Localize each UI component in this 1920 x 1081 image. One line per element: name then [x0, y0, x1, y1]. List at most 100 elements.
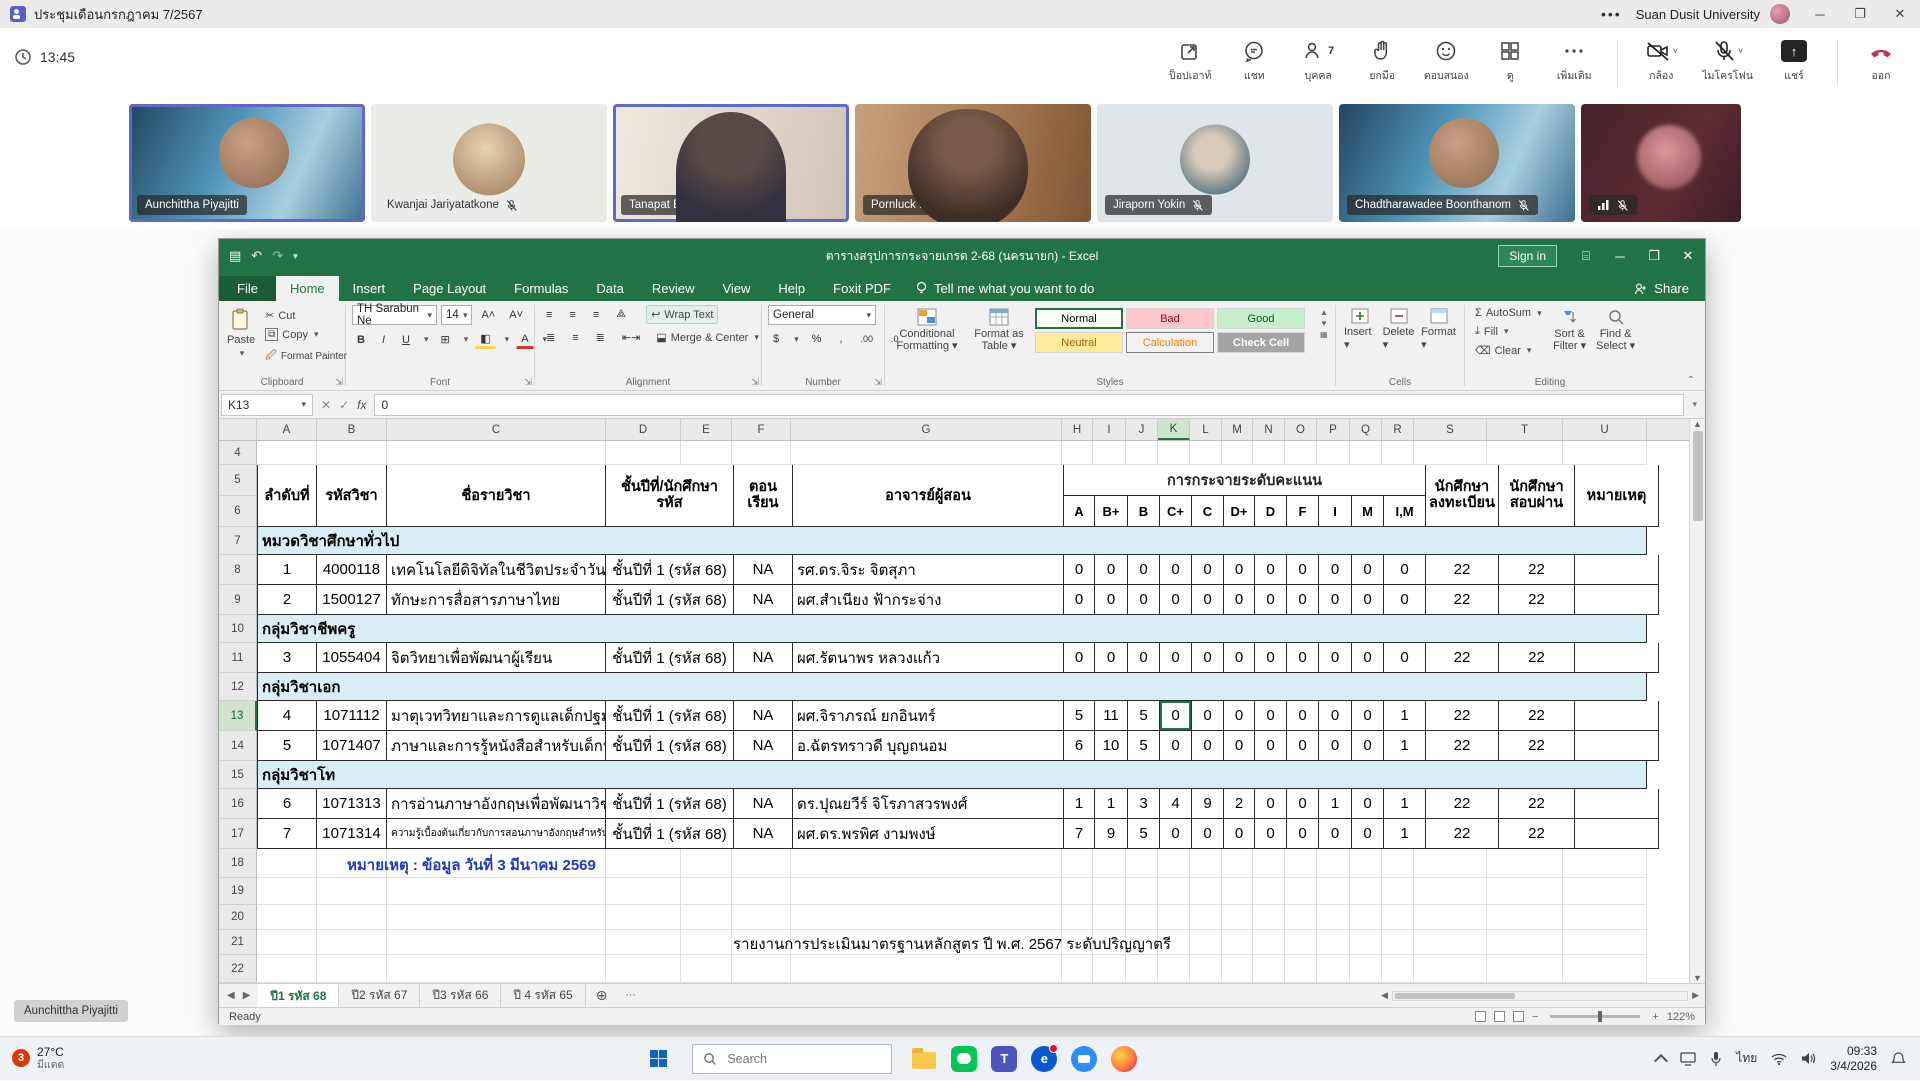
cell-course-no[interactable]: 1 [257, 555, 317, 585]
grid-cell[interactable] [1382, 441, 1414, 465]
cell-grade-C+[interactable]: 0 [1160, 643, 1192, 673]
start-button[interactable] [636, 1037, 680, 1081]
cell-header-grade-I,M[interactable]: I,M [1384, 496, 1426, 527]
cell-registered[interactable]: 22 [1426, 731, 1499, 761]
cell-grade-B[interactable]: 0 [1128, 555, 1160, 585]
column-header-F[interactable]: F [732, 419, 791, 440]
qat-customize-icon[interactable]: ▾ [293, 251, 298, 262]
volume-icon[interactable] [1801, 1052, 1816, 1065]
column-header-K[interactable]: K [1158, 419, 1190, 440]
mic-dropdown-icon[interactable]: ˅ [1738, 46, 1743, 56]
cell-grade-B[interactable]: 5 [1128, 819, 1160, 849]
grid-cell[interactable] [1414, 955, 1487, 983]
zoom-slider-knob[interactable] [1598, 1011, 1602, 1022]
restore-button[interactable]: ❐ [1840, 0, 1880, 28]
cell-header-section[interactable]: ตอนเรียน [734, 465, 793, 527]
cell-remark[interactable] [1575, 731, 1659, 761]
cell-course-section[interactable]: NA [734, 643, 793, 673]
cell-course-name[interactable]: ภาษาและการรู้หนังสือสำหรับเด็กปฐม [387, 731, 606, 761]
underline-button[interactable]: U [397, 332, 415, 348]
grid-cell[interactable] [257, 441, 317, 465]
cell-registered[interactable]: 22 [1426, 555, 1499, 585]
find-select-button[interactable]: Find &Select ▾ [1594, 305, 1638, 355]
column-header-G[interactable]: G [791, 419, 1062, 440]
column-header-A[interactable]: A [257, 419, 317, 440]
cell-header-grade-A[interactable]: A [1064, 496, 1095, 527]
normal-view-icon[interactable] [1475, 1011, 1486, 1022]
row-header-16[interactable]: 16 [219, 789, 257, 819]
grid-cell[interactable] [732, 878, 791, 905]
toolbar-button-raise-hand[interactable]: ยกมือ [1353, 34, 1411, 88]
cell-course-no[interactable]: 6 [257, 789, 317, 819]
zoom-slider[interactable] [1550, 1015, 1640, 1018]
new-sheet-button[interactable]: ⊕ [586, 984, 618, 1007]
cell-header-no[interactable]: ลำดับที่ [257, 465, 317, 527]
grid-cell[interactable] [1487, 441, 1563, 465]
grid-cell[interactable] [1317, 849, 1350, 878]
wifi-icon[interactable] [1771, 1053, 1787, 1065]
cell-grade-M[interactable]: 0 [1352, 585, 1384, 615]
align-left-icon[interactable]: ≣ [541, 329, 560, 346]
cell-grade-M[interactable]: 0 [1352, 555, 1384, 585]
cell-style-check-cell[interactable]: Check Cell [1217, 332, 1305, 353]
cell-grade-D+[interactable]: 0 [1224, 731, 1255, 761]
ribbon-tab-foxit-pdf[interactable]: Foxit PDF [819, 276, 905, 301]
cell-header-remark[interactable]: หมายเหตุ [1575, 465, 1659, 527]
clock-widget[interactable]: 09:33 3/4/2026 [1830, 1044, 1877, 1073]
align-right-icon[interactable]: ≣ [591, 329, 610, 346]
camera-dropdown-icon[interactable]: ˅ [1673, 46, 1678, 56]
cell-header-grade-F[interactable]: F [1287, 496, 1319, 527]
sheet-tab[interactable]: ปี2 รหัส 67 [339, 984, 420, 1007]
column-header-P[interactable]: P [1317, 419, 1350, 440]
shrink-font-icon[interactable]: A˅ [504, 307, 528, 323]
column-header-T[interactable]: T [1487, 419, 1563, 440]
cell-course-instructor[interactable]: ผศ.รัตนาพร หลวงแก้ว [793, 643, 1064, 673]
cell-grade-I[interactable]: 1 [1319, 789, 1352, 819]
cell-passed[interactable]: 22 [1499, 585, 1575, 615]
ribbon-tab-review[interactable]: Review [638, 276, 709, 301]
ribbon-tab-file[interactable]: File [219, 276, 276, 301]
cell-grade-C+[interactable]: 0 [1160, 819, 1192, 849]
grid-cell[interactable] [1158, 878, 1190, 905]
cell-grade-D+[interactable]: 0 [1224, 701, 1255, 731]
grid-cell[interactable] [1190, 905, 1222, 930]
cell-grade-C+[interactable]: 0 [1160, 585, 1192, 615]
app-icon-with-badge[interactable]: e [1024, 1037, 1064, 1081]
firefox-app-icon[interactable] [1104, 1037, 1144, 1081]
row-header-5[interactable]: 5 [219, 465, 257, 496]
cell-course-no[interactable]: 5 [257, 731, 317, 761]
cell-header-grade-B+[interactable]: B+ [1095, 496, 1128, 527]
cell-remark[interactable] [1575, 789, 1659, 819]
column-header-U[interactable]: U [1563, 419, 1647, 440]
cell-course-year[interactable]: ชั้นปีที่ 1 (รหัส 68) [606, 789, 734, 819]
share-workbook-button[interactable]: Share [1618, 276, 1705, 301]
grid-cell[interactable] [681, 441, 732, 465]
grid-cell[interactable] [1222, 849, 1253, 878]
grid-cell[interactable] [1222, 955, 1253, 983]
cell-course-no[interactable]: 3 [257, 643, 317, 673]
microphone-tray-icon[interactable] [1710, 1051, 1722, 1067]
accounting-format-icon[interactable]: $ [768, 331, 784, 347]
grid-cell[interactable] [257, 878, 317, 905]
grid-cell[interactable] [681, 878, 732, 905]
cell-grade-A[interactable]: 0 [1064, 585, 1095, 615]
horizontal-scroll-thumb[interactable] [1395, 993, 1515, 999]
cell-grade-A[interactable]: 5 [1064, 701, 1095, 731]
cell-course-year[interactable]: ชั้นปีที่ 1 (รหัส 68) [606, 701, 734, 731]
tell-me-box[interactable]: Tell me what you want to do [905, 276, 1104, 301]
grid-cell[interactable] [1382, 905, 1414, 930]
grid-cell[interactable] [1222, 905, 1253, 930]
cell-course-year[interactable]: ชั้นปีที่ 1 (รหัส 68) [606, 643, 734, 673]
scroll-up-icon[interactable]: ▲ [1693, 419, 1702, 429]
toolbar-button-view[interactable]: ดู [1481, 34, 1539, 88]
cell-grade-D+[interactable]: 0 [1224, 585, 1255, 615]
ribbon-tab-view[interactable]: View [708, 276, 764, 301]
grid-cell[interactable] [1190, 955, 1222, 983]
cell-remark[interactable] [1575, 555, 1659, 585]
grid-cell[interactable] [1126, 849, 1158, 878]
row-header-11[interactable]: 11 [219, 643, 257, 673]
row-header-19[interactable]: 19 [219, 878, 257, 905]
font-dialog-launcher-icon[interactable]: ⇲ [524, 377, 532, 388]
cell-passed[interactable]: 22 [1499, 819, 1575, 849]
cell-grade-B+[interactable]: 0 [1095, 643, 1128, 673]
